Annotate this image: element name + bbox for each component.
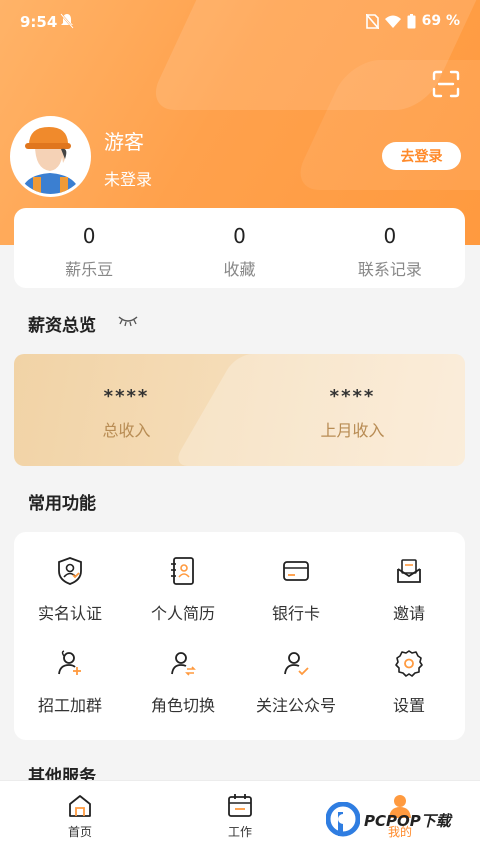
settings-icon (395, 650, 423, 677)
watermark-text: PCPOP下载 (364, 811, 451, 830)
eye-closed-icon[interactable] (118, 315, 138, 327)
function-switch-role[interactable]: 角色切换 (127, 648, 239, 716)
function-bank-card[interactable]: 银行卡 (240, 556, 352, 624)
function-label: 设置 (392, 696, 425, 715)
pcpop-logo-icon (326, 802, 360, 837)
username: 游客 (104, 130, 144, 154)
home-icon (69, 795, 91, 817)
tab-label: 工作 (227, 825, 252, 839)
watermark-logo: PCPOP下载 (326, 800, 476, 840)
worker-avatar-icon (13, 119, 88, 194)
function-label: 角色切换 (150, 696, 215, 715)
function-resume[interactable]: 个人简历 (127, 556, 239, 624)
status-bar: 9:54 69 % (0, 0, 480, 44)
invite-icon (397, 559, 421, 583)
scan-icon[interactable] (432, 70, 460, 98)
function-label: 个人简历 (150, 604, 215, 623)
function-invite[interactable]: 邀请 (353, 556, 465, 624)
stat-value: 0 (82, 224, 96, 248)
stat-favorites[interactable]: 0 收藏 (164, 208, 314, 288)
function-follow-account[interactable]: 关注公众号 (240, 648, 352, 716)
total-income-label: 总收入 (102, 421, 151, 440)
resume-icon (171, 557, 194, 585)
login-button[interactable]: 去登录 (382, 142, 461, 170)
salary-section-title: 薪资总览 (28, 316, 96, 336)
last-month-income[interactable]: **** 上月收入 (240, 354, 465, 466)
stat-value: 0 (233, 224, 246, 248)
last-month-income-value: **** (329, 386, 376, 407)
mute-icon (60, 13, 74, 29)
function-settings[interactable]: 设置 (353, 648, 465, 716)
tab-home[interactable]: 首页 (40, 793, 120, 840)
functions-section-title: 常用功能 (28, 494, 96, 514)
stat-label: 收藏 (223, 260, 256, 279)
status-time: 9:54 (20, 13, 58, 31)
id-verify-icon (58, 557, 82, 585)
salary-card: **** 总收入 **** 上月收入 (14, 354, 465, 466)
add-group-icon (58, 650, 81, 675)
function-label: 邀请 (392, 604, 425, 623)
function-label: 关注公众号 (255, 696, 336, 715)
total-income-value: **** (103, 386, 150, 407)
battery-icon (407, 13, 416, 28)
stats-card: 0 薪乐豆 0 收藏 0 联系记录 (14, 208, 465, 288)
avatar[interactable] (10, 116, 91, 197)
function-add-group[interactable]: 招工加群 (14, 648, 126, 716)
function-id-verify[interactable]: 实名认证 (14, 556, 126, 624)
login-status: 未登录 (104, 170, 153, 189)
total-income[interactable]: **** 总收入 (14, 354, 239, 466)
functions-card: 实名认证 个人简历 银行卡 邀请 招工加群 角色切换 关注公众号 设置 (14, 532, 465, 740)
battery-level: 69 % (421, 13, 460, 29)
function-label: 招工加群 (37, 696, 102, 715)
switch-role-icon (171, 652, 196, 676)
wifi-icon (384, 15, 401, 28)
bank-card-icon (283, 561, 309, 581)
function-label: 银行卡 (271, 604, 320, 623)
calendar-icon (228, 794, 252, 817)
stat-contacts[interactable]: 0 联系记录 (315, 208, 465, 288)
stat-label: 联系记录 (357, 260, 422, 279)
last-month-income-label: 上月收入 (320, 421, 385, 440)
no-sim-icon (365, 13, 379, 29)
stat-beans[interactable]: 0 薪乐豆 (14, 208, 164, 288)
tab-work[interactable]: 工作 (200, 793, 280, 840)
stat-value: 0 (383, 224, 397, 248)
follow-account-icon (284, 652, 309, 676)
stat-label: 薪乐豆 (65, 260, 114, 279)
tab-label: 首页 (67, 825, 92, 839)
function-label: 实名认证 (37, 604, 102, 623)
